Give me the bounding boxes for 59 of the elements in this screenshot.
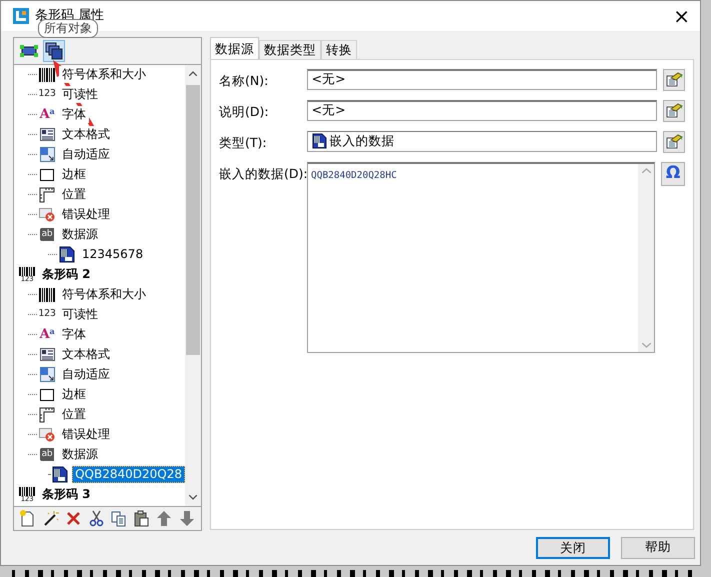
resize-icon <box>40 367 54 382</box>
tab[interactable]: 数据类型 <box>259 40 321 59</box>
wand-icon <box>42 510 60 527</box>
text-format-icon <box>40 128 54 142</box>
ruler-icon <box>39 406 55 423</box>
data-source-icon: ab <box>40 228 54 242</box>
data-file-icon <box>312 133 327 150</box>
error-icon <box>39 427 55 442</box>
font-icon: A$^{a}$ <box>40 324 54 344</box>
data-text-area[interactable]: QQB2840D20Q28HC <box>307 162 656 353</box>
dialog-button[interactable]: 关闭 <box>536 536 610 559</box>
scroll-up-icon[interactable] <box>189 70 197 76</box>
number-icon: 123 <box>38 87 56 102</box>
up-arrow-icon <box>156 510 173 527</box>
cut-icon <box>88 510 105 527</box>
border-icon <box>40 388 54 401</box>
copy-icon <box>110 510 128 527</box>
data-source-icon: ab <box>40 448 54 462</box>
tree-item[interactable]: 字体 <box>59 106 89 124</box>
edit-button[interactable] <box>663 68 685 91</box>
tab[interactable]: 数据源 <box>210 36 259 59</box>
resize-icon <box>40 147 54 162</box>
barcode-icon <box>38 288 56 302</box>
font-icon: A$^{a}$ <box>40 104 54 124</box>
field-label: 说明(D): <box>219 102 270 121</box>
field-label: 类型(T): <box>219 134 268 152</box>
barcode-icon <box>38 68 56 82</box>
tree-item[interactable]: 可读性 <box>59 86 101 104</box>
symbol-button[interactable]: Ω <box>661 162 685 186</box>
data-file-icon <box>59 246 75 264</box>
scroll-down-icon[interactable] <box>189 494 197 500</box>
edit-button[interactable] <box>663 100 685 122</box>
tree-item[interactable]: 符号体系和大小 <box>59 66 149 84</box>
field-label: 嵌入的数据(D): <box>219 164 307 183</box>
delete-icon <box>64 510 82 527</box>
text-field[interactable]: <无> <box>306 68 658 90</box>
tree-item[interactable]: QQB2840D20Q28 <box>72 466 185 484</box>
down-arrow-icon <box>178 510 196 527</box>
data-file-icon <box>52 466 68 484</box>
form-edit-icon <box>666 72 683 88</box>
paste-icon <box>133 510 150 527</box>
number-icon: 123 <box>38 307 56 322</box>
border-icon <box>40 168 54 181</box>
error-icon <box>39 207 55 222</box>
dialog-button[interactable]: 帮助 <box>621 536 695 559</box>
type-field[interactable]: 嵌入的数据 <box>306 130 658 152</box>
form-edit-icon <box>666 134 683 150</box>
ruler-icon <box>39 186 55 203</box>
close-button[interactable]: × <box>663 6 700 26</box>
new-icon <box>19 510 36 527</box>
scrollbar[interactable] <box>185 64 201 506</box>
view-toggle-button[interactable] <box>43 40 65 62</box>
text-field[interactable]: <无> <box>306 100 658 121</box>
edit-button[interactable] <box>663 130 685 153</box>
form-edit-icon <box>666 103 683 118</box>
app-logo-icon <box>13 8 29 24</box>
text-format-icon <box>40 348 54 362</box>
field-label: 名称(N): <box>219 72 270 90</box>
tab[interactable]: 转换 <box>321 40 357 59</box>
